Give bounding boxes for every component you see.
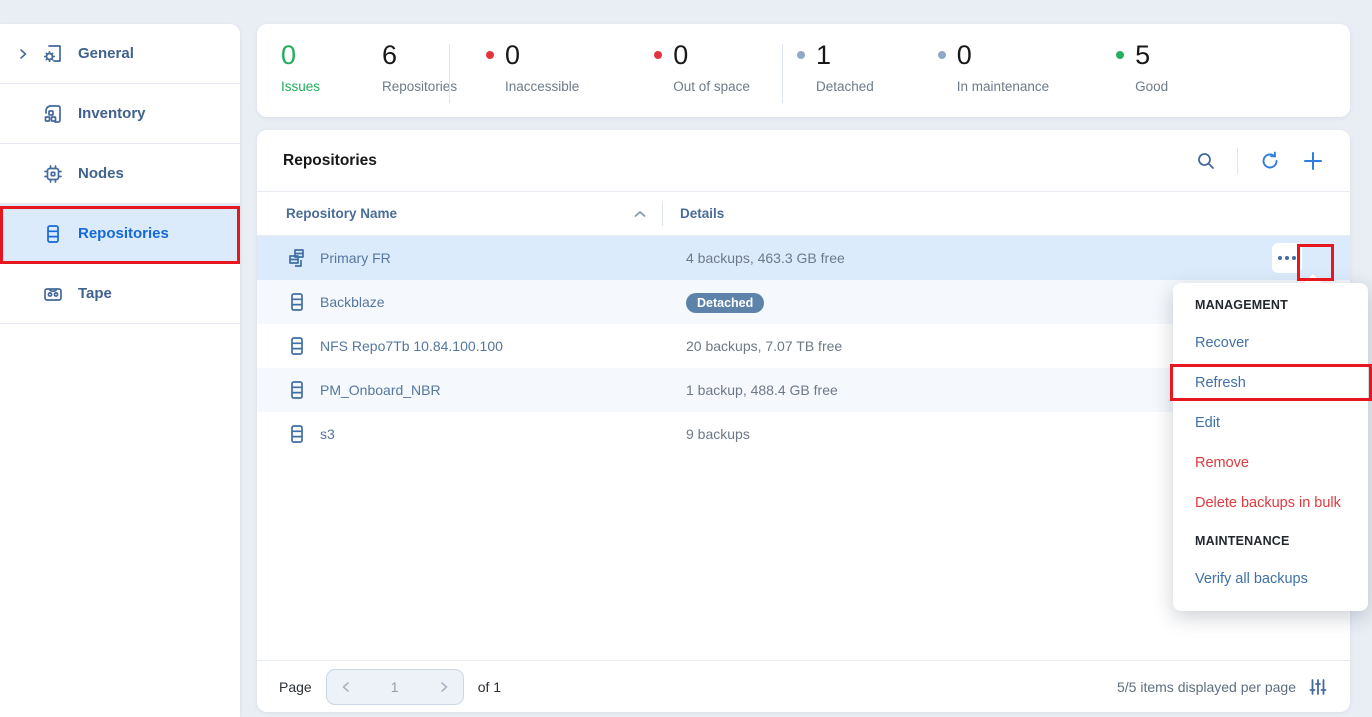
detached-badge: Detached [686,293,764,313]
stat-label: Detached [797,79,874,94]
column-details[interactable]: Details [663,206,724,221]
stat-label: Inaccessible [486,79,579,94]
table-row-primary-fr[interactable]: Primary FR 4 backups, 463.3 GB free [257,236,1350,280]
stat-inaccessible: 0 Inaccessible [450,40,579,117]
status-dot-red [486,51,494,59]
sidebar-item-label: Tape [78,285,112,302]
repository-name: Primary FR [320,250,660,266]
column-label: Details [680,206,724,221]
sidebar-item-label: Inventory [78,105,146,122]
nodes-icon [38,162,68,186]
total-pages-label: of 1 [478,679,501,695]
search-button[interactable] [1195,150,1217,172]
menu-item-delete-backups-in-bulk[interactable]: Delete backups in bulk [1173,483,1368,523]
repository-details: 9 backups [686,426,750,442]
menu-item-edit[interactable]: Edit [1173,403,1368,443]
panel-title: Repositories [283,152,377,170]
repository-status: Detached [686,294,764,310]
repository-name: NFS Repo7Tb 10.84.100.100 [320,338,660,354]
sidebar-item-inventory[interactable]: Inventory [0,84,240,144]
menu-section-management: MANAGEMENT [1173,287,1368,323]
column-label: Repository Name [286,206,397,221]
menu-item-recover[interactable]: Recover [1173,323,1368,363]
repository-name: PM_Onboard_NBR [320,382,660,398]
repository-details: 1 backup, 488.4 GB free [686,382,838,398]
status-dot-red [654,51,662,59]
sidebar-item-tape[interactable]: Tape [0,264,240,324]
page-label: Page [279,679,312,695]
chevron-right-icon[interactable] [12,48,34,60]
context-menu: MANAGEMENT Recover Refresh Edit Remove D… [1173,283,1368,611]
inventory-icon [38,102,68,126]
tape-icon [38,282,68,306]
stat-value: 0 [673,40,688,70]
repository-icon [285,378,309,402]
repository-details: 4 backups, 463.3 GB free [686,250,845,266]
repository-name: Backblaze [320,294,660,310]
stat-value: 1 [816,40,831,70]
stat-good: 5 Good [1049,40,1168,117]
add-repository-button[interactable] [1302,150,1324,172]
table-footer: Page 1 of 1 5/5 items displayed per page [257,660,1350,712]
general-settings-icon [38,42,68,66]
stat-label: In maintenance [938,79,1049,94]
stat-label: Issues [281,79,320,94]
table-header-row: Repository Name Details [257,192,1350,236]
stat-value: 0 [281,40,296,70]
column-repository-name[interactable]: Repository Name [257,206,662,221]
sidebar-item-label: Repositories [78,225,169,242]
menu-item-refresh[interactable]: Refresh [1173,363,1368,403]
stat-label: Out of space [654,79,750,94]
repository-stats-panel: 0 Issues 6 Repositories 0 Inaccessible 0… [257,24,1350,117]
repository-icon [38,222,68,246]
stat-detached: 1 Detached [783,40,874,117]
menu-item-remove[interactable]: Remove [1173,443,1368,483]
sidebar-item-nodes[interactable]: Nodes [0,144,240,204]
stat-issues: 0 Issues [257,40,320,117]
sort-ascending-icon[interactable] [634,210,646,218]
stat-out-of-space: 0 Out of space [579,40,750,117]
stat-in-maintenance: 0 In maintenance [874,40,1049,117]
next-page-button[interactable] [438,681,450,693]
menu-item-verify-all-backups[interactable]: Verify all backups [1173,559,1368,599]
repository-icon [285,422,309,446]
sidebar-item-label: Nodes [78,165,124,182]
sidebar-item-general[interactable]: General [0,24,240,84]
stat-value: 5 [1135,40,1150,70]
page-stepper[interactable]: 1 [326,669,464,705]
stat-repositories: 6 Repositories [320,40,457,117]
stat-label: Good [1116,79,1168,94]
status-dot-gray [938,51,946,59]
sidebar: General Inventory Nodes [0,24,240,717]
repository-icon [285,290,309,314]
menu-section-maintenance: MAINTENANCE [1173,523,1368,559]
stat-label: Repositories [382,79,457,94]
sidebar-item-label: General [78,45,134,62]
stat-value: 6 [382,40,397,70]
current-page-value: 1 [391,679,399,695]
display-settings-icon[interactable] [1308,677,1328,697]
toolbar-divider [1237,148,1238,174]
stat-value: 0 [505,40,520,70]
repository-details: 20 backups, 7.07 TB free [686,338,842,354]
scale-out-repository-icon [285,246,309,270]
previous-page-button[interactable] [340,681,352,693]
status-dot-green [1116,51,1124,59]
repository-name: s3 [320,426,660,442]
stat-value: 0 [957,40,972,70]
items-per-page-label: 5/5 items displayed per page [1117,679,1296,695]
sidebar-item-repositories[interactable]: Repositories [0,204,240,264]
refresh-button[interactable] [1258,149,1282,173]
status-dot-gray [797,51,805,59]
row-actions-ellipsis-button[interactable] [1272,243,1302,273]
repository-icon [285,334,309,358]
